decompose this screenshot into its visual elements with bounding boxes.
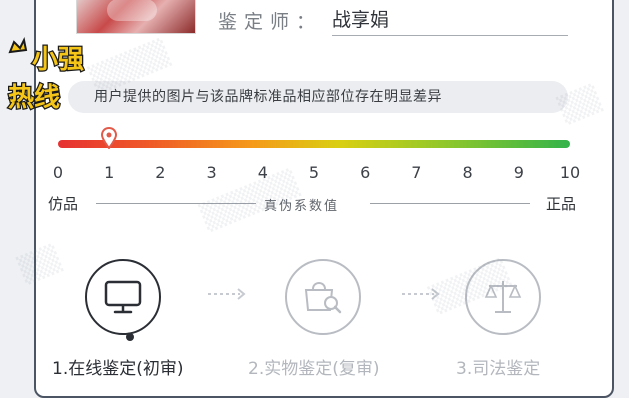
axis-line-right [370, 203, 530, 204]
appraisal-card: 鉴定师： 战享娟 用户提供的图片与该品牌标准品相应部位存在明显差异 0 1 2 3 4 5… [34, 0, 614, 398]
arrow-right-icon [208, 288, 246, 300]
step-judicial-appraisal[interactable] [465, 259, 541, 335]
current-step-dot [126, 333, 134, 341]
axis-line-left [96, 203, 256, 204]
step-physical-appraisal[interactable] [285, 259, 361, 335]
xiaoqiang-hotline-logo: 小强 热线 [4, 32, 88, 116]
scale-title: 真伪系数值 [264, 199, 340, 214]
scale-tick: 8 [462, 163, 473, 182]
appraiser-name: 战享娟 [332, 5, 568, 36]
scale-tick: 7 [411, 163, 422, 182]
appraiser-label: 鉴定师： [218, 11, 323, 33]
scale-tick: 6 [360, 163, 371, 182]
svg-text:小强: 小强 [32, 45, 84, 75]
arrow-right-icon [402, 288, 440, 300]
authenticity-scale-bar [58, 140, 570, 148]
step-label-judicial: 3.司法鉴定 [456, 359, 541, 379]
monitor-icon [104, 280, 142, 314]
scale-tick: 10 [559, 163, 581, 182]
scale-tick: 5 [308, 163, 320, 182]
scale-pin-icon [101, 127, 118, 149]
svg-text:热线: 热线 [8, 83, 60, 113]
counterfeit-label: 仿品 [48, 195, 79, 213]
bag-search-icon [304, 282, 342, 314]
scale-tick: 0 [52, 163, 64, 182]
scale-ticks: 0 1 2 3 4 5 6 7 8 9 10 [53, 163, 580, 183]
scale-tick: 3 [206, 163, 217, 182]
scale-tick: 9 [513, 163, 524, 182]
scale-tick: 1 [104, 163, 115, 182]
scale-tick: 4 [257, 163, 268, 182]
step-label-physical: 2.实物鉴定(复审) [248, 359, 380, 379]
step-label-online: 1.在线鉴定(初审) [52, 359, 184, 379]
genuine-label: 正品 [546, 195, 577, 213]
scale-tick: 2 [155, 163, 166, 182]
step-online-appraisal[interactable] [85, 259, 161, 335]
item-photo [76, 0, 196, 34]
scales-icon [484, 281, 522, 313]
result-notice: 用户提供的图片与该品牌标准品相应部位存在明显差异 [68, 81, 568, 113]
